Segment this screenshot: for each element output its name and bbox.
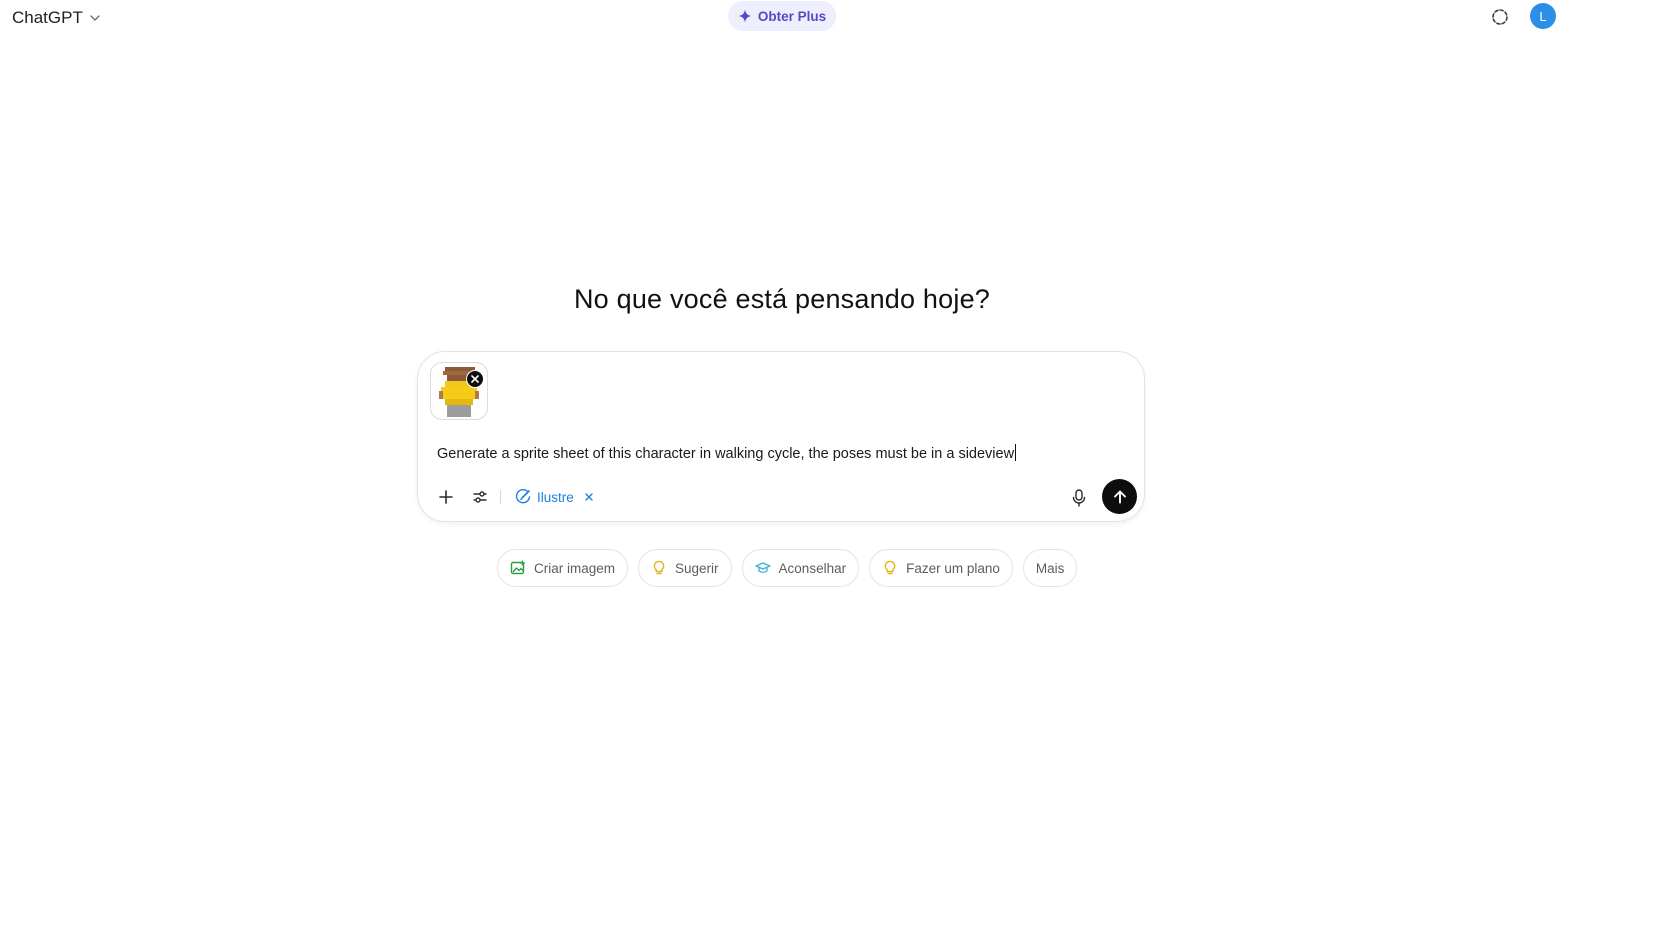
temporary-chat-button[interactable] (1489, 6, 1511, 28)
suggestion-fazer-um-plano[interactable]: Fazer um plano (869, 549, 1013, 587)
model-switcher[interactable]: ChatGPT (12, 6, 101, 30)
image-icon (510, 560, 526, 575)
remove-attachment-button[interactable] (466, 370, 484, 388)
toolbar-divider (500, 490, 501, 504)
image-attachment[interactable] (430, 362, 488, 420)
suggestion-label: Sugerir (675, 560, 719, 576)
add-attachment-button[interactable] (432, 483, 460, 511)
paint-brush-icon (515, 489, 531, 504)
suggestion-label: Aconselhar (778, 560, 847, 576)
chevron-down-icon (90, 15, 100, 21)
chatgpt-page: ChatGPT Obter Plus L No que você está pe… (0, 0, 1655, 928)
prompt-input[interactable]: Generate a sprite sheet of this characte… (437, 444, 1127, 462)
tools-button[interactable] (466, 483, 494, 511)
composer-toolbar: Ilustre (432, 482, 598, 512)
upgrade-plus-button[interactable]: Obter Plus (728, 1, 836, 31)
suggestion-label: Criar imagem (534, 560, 616, 576)
voice-input-button[interactable] (1066, 485, 1092, 511)
microphone-icon (1072, 489, 1086, 507)
suggestion-label: Mais (1035, 560, 1065, 576)
sparkle-icon (738, 9, 752, 23)
suggestion-mais[interactable]: Mais (1022, 549, 1078, 587)
remove-tool-icon[interactable] (584, 492, 594, 502)
arrow-up-icon (1113, 490, 1126, 503)
suggestion-chips: Criar imagem Sugerir Aconselhar Fazer um… (497, 549, 1078, 587)
plus-icon (439, 490, 453, 504)
suggestion-sugerir[interactable]: Sugerir (638, 549, 732, 587)
close-icon (471, 375, 479, 383)
active-tool-chip[interactable]: Ilustre (511, 485, 598, 509)
lightbulb-icon (884, 560, 896, 575)
model-label: ChatGPT (12, 8, 83, 27)
suggestion-criar-imagem[interactable]: Criar imagem (497, 549, 629, 587)
composer: Generate a sprite sheet of this characte… (417, 351, 1145, 522)
avatar-letter: L (1539, 8, 1547, 24)
suggestion-aconselhar[interactable]: Aconselhar (741, 549, 860, 587)
suggestion-label: Fazer um plano (906, 560, 1000, 576)
user-avatar[interactable]: L (1530, 3, 1556, 29)
text-caret (1015, 444, 1017, 461)
temporary-chat-icon (1492, 9, 1508, 25)
lightbulb-icon (653, 560, 665, 575)
prompt-input-text: Generate a sprite sheet of this characte… (437, 446, 1015, 462)
graduation-cap-icon (754, 562, 771, 573)
sliders-icon (473, 491, 487, 503)
upgrade-plus-label: Obter Plus (757, 8, 827, 24)
send-button[interactable] (1102, 479, 1137, 514)
active-tool-label: Ilustre (537, 489, 574, 505)
page-title: No que você está pensando hoje? (573, 284, 990, 314)
